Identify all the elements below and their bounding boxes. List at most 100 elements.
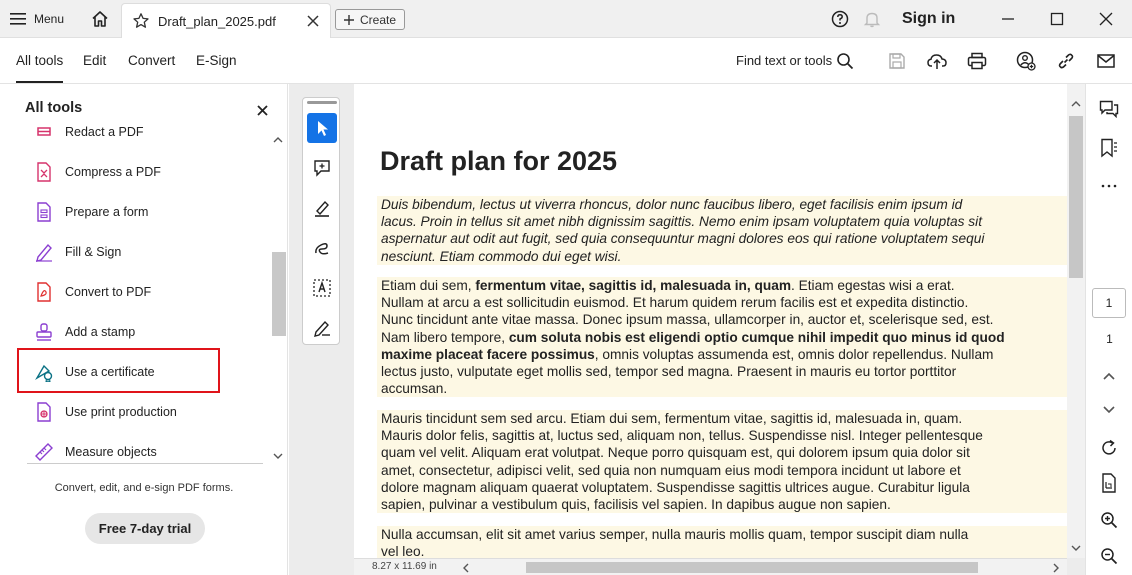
- share-user-icon: [1016, 51, 1036, 71]
- tool-label: Fill & Sign: [65, 245, 122, 259]
- tab-edit[interactable]: Edit: [83, 53, 106, 68]
- tab-convert[interactable]: Convert: [128, 53, 175, 68]
- home-button[interactable]: [88, 7, 112, 31]
- mail-icon: [1097, 54, 1115, 68]
- page-fit-button[interactable]: [1097, 471, 1121, 495]
- tool-print-production[interactable]: Use print production: [0, 392, 268, 432]
- tool-prepare-form[interactable]: Prepare a form: [0, 192, 268, 232]
- upload-button[interactable]: [925, 49, 949, 73]
- tab-title: Draft_plan_2025.pdf: [158, 13, 276, 29]
- scroll-left-icon[interactable]: [462, 563, 470, 573]
- page-number-input[interactable]: 1: [1092, 288, 1126, 318]
- rotate-button[interactable]: [1097, 436, 1121, 460]
- link-icon: [1058, 53, 1074, 69]
- tool-fill-sign[interactable]: Fill & Sign: [0, 232, 268, 272]
- fill-sign-icon: [34, 242, 54, 262]
- zoom-in-button[interactable]: [1097, 508, 1121, 532]
- draw-tool-button[interactable]: [307, 233, 337, 263]
- tool-list-scroll-thumb[interactable]: [272, 252, 286, 336]
- scroll-down-icon[interactable]: [1071, 544, 1081, 552]
- sign-in-button[interactable]: Sign in: [902, 10, 955, 28]
- bookmarks-button[interactable]: [1097, 136, 1121, 160]
- bookmark-icon: [1101, 138, 1117, 158]
- free-trial-button[interactable]: Free 7-day trial: [85, 513, 205, 544]
- hamburger-icon: [10, 13, 26, 25]
- tool-label: Compress a PDF: [65, 165, 161, 179]
- document-title: Draft plan for 2025: [380, 146, 618, 176]
- share-button[interactable]: [1014, 49, 1038, 73]
- close-window-button[interactable]: [1094, 6, 1118, 32]
- main-toolbar: All tools Edit Convert E-Sign Find text …: [0, 38, 1132, 84]
- tool-compress[interactable]: Compress a PDF: [0, 152, 268, 192]
- scroll-down-icon[interactable]: [273, 452, 283, 460]
- close-icon: [1099, 12, 1113, 26]
- highlight-tool-button[interactable]: [307, 193, 337, 223]
- comment-tool-button[interactable]: [307, 153, 337, 183]
- promo-text: Convert, edit, and e-sign PDF forms.: [54, 482, 234, 494]
- more-options-button[interactable]: [1097, 174, 1121, 198]
- help-button[interactable]: [829, 6, 851, 32]
- redact-icon: [34, 124, 54, 142]
- all-tools-panel: All tools Redact a PDF Compress a PDF Pr…: [0, 84, 288, 575]
- notifications-button[interactable]: [861, 6, 883, 32]
- document-tab[interactable]: Draft_plan_2025.pdf: [121, 3, 331, 38]
- horizontal-scroll-thumb[interactable]: [526, 562, 978, 573]
- menu-button[interactable]: Menu: [10, 8, 64, 30]
- select-tool-button[interactable]: [307, 113, 337, 143]
- tool-redact[interactable]: Redact a PDF: [0, 124, 268, 152]
- scroll-up-icon[interactable]: [273, 136, 283, 144]
- star-icon[interactable]: [132, 12, 150, 30]
- email-button[interactable]: [1094, 49, 1118, 73]
- text-tool-button[interactable]: [307, 273, 337, 303]
- acrobat-window: Menu Draft_plan_2025.pdf Create Sign in: [0, 0, 1132, 575]
- tool-label: Add a stamp: [65, 325, 136, 339]
- zoom-out-button[interactable]: [1097, 544, 1121, 568]
- panel-title: All tools: [25, 100, 83, 116]
- zoom-in-icon: [1101, 512, 1118, 529]
- tool-label: Measure objects: [65, 445, 157, 459]
- tool-measure-objects[interactable]: Measure objects: [0, 432, 268, 464]
- quick-tools-bar: [302, 97, 340, 345]
- scroll-up-icon[interactable]: [1071, 100, 1081, 108]
- tool-convert-to-pdf[interactable]: Convert to PDF: [0, 272, 268, 312]
- comments-button[interactable]: [1097, 97, 1121, 121]
- page-total: 1: [1106, 332, 1113, 346]
- document-status-bar: 8.27 x 11.69 in: [354, 558, 1067, 575]
- tool-label: Prepare a form: [65, 205, 149, 219]
- pdf-page[interactable]: Draft plan for 2025 Duis bibendum, lectu…: [354, 84, 1067, 558]
- rotate-icon: [1102, 439, 1116, 455]
- vertical-scroll-thumb[interactable]: [1069, 116, 1083, 278]
- search-button[interactable]: [833, 49, 857, 73]
- create-button[interactable]: Create: [335, 9, 405, 30]
- freehand-icon: [315, 242, 329, 255]
- compress-icon: [34, 162, 54, 182]
- sign-tool-button[interactable]: [307, 313, 337, 343]
- previous-page-button[interactable]: [1097, 364, 1121, 388]
- maximize-icon: [1050, 12, 1064, 26]
- cursor-icon: [318, 121, 328, 136]
- more-icon: [1101, 184, 1117, 188]
- minimize-icon: [1002, 18, 1014, 20]
- paragraph-1-text: Duis bibendum, lectus ut viverra rhoncus…: [381, 197, 985, 264]
- minimize-button[interactable]: [996, 6, 1020, 32]
- next-page-button[interactable]: [1097, 398, 1121, 422]
- stamp-icon: [34, 322, 54, 342]
- help-icon: [831, 10, 849, 28]
- document-vertical-scrollbar[interactable]: [1067, 84, 1085, 558]
- plus-icon: [343, 14, 354, 25]
- scroll-right-icon[interactable]: [1052, 563, 1060, 573]
- find-text-tools[interactable]: Find text or tools: [736, 53, 832, 68]
- tool-add-stamp[interactable]: Add a stamp: [0, 312, 268, 352]
- tab-all-tools[interactable]: All tools: [16, 53, 64, 83]
- drag-handle[interactable]: [307, 101, 337, 104]
- close-tab-icon[interactable]: [304, 12, 322, 30]
- bell-icon: [863, 12, 881, 28]
- close-panel-icon[interactable]: [254, 102, 270, 118]
- printer-icon: [967, 52, 987, 70]
- tab-e-sign[interactable]: E-Sign: [196, 53, 237, 68]
- print-button[interactable]: [965, 49, 989, 73]
- save-button[interactable]: [885, 49, 909, 73]
- maximize-button[interactable]: [1045, 6, 1069, 32]
- link-button[interactable]: [1054, 49, 1078, 73]
- comment-add-icon: [314, 160, 330, 177]
